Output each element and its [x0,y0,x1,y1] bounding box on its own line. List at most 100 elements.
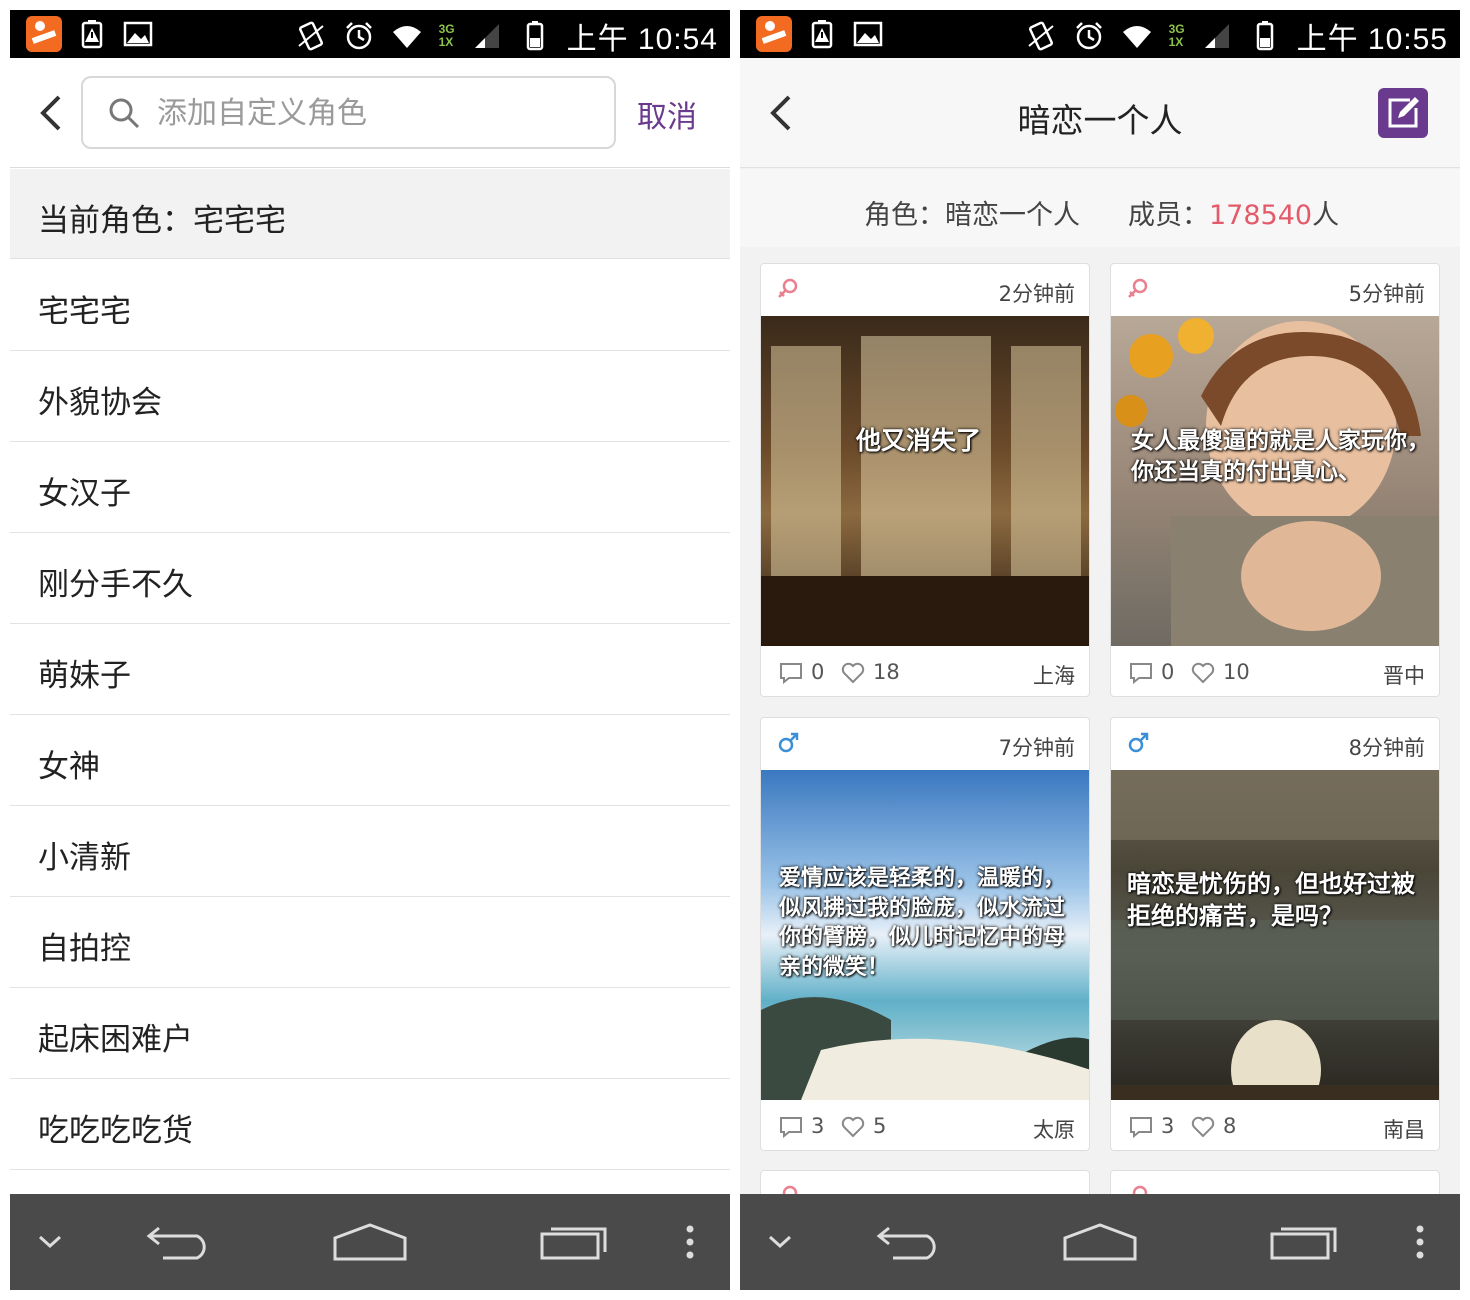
role-item[interactable]: 萌妹子 [10,624,730,715]
role-item[interactable]: 宅宅宅 [10,260,730,351]
current-role-row: 当前角色：宅宅宅 [10,169,730,259]
edit-icon [1388,97,1419,128]
like-count: 8 [1223,1114,1237,1138]
home-icon [1063,1223,1137,1261]
vibrate-icon [297,21,324,51]
role-item[interactable]: 小清新 [10,806,730,897]
post-image: 女人最傻逼的就是人家玩你，你还当真的付出真心、 [1111,316,1439,646]
back-icon [876,1226,936,1260]
nav-back-button[interactable] [860,1194,960,1290]
battery-icon [1256,21,1273,51]
wifi-icon [1122,26,1151,48]
wifi-icon [392,26,421,48]
role-item[interactable]: 起床困难户 [10,988,730,1079]
post-city: 上海 [1033,664,1075,688]
back-arrow-icon[interactable] [32,93,72,133]
nav-menu-button[interactable] [1405,1194,1435,1290]
clock: 上午 10:54 [566,23,718,56]
cancel-button[interactable]: 取消 [637,92,697,136]
navigation-bar [740,1194,1460,1290]
comment-icon[interactable] [779,662,803,684]
role-label: 角色：暗恋一个人 [864,200,1080,231]
alarm-icon [1075,22,1102,50]
post-city: 太原 [1033,1118,1075,1142]
status-bar: 3G 1X 上午 10:55 [740,10,1460,58]
post-text: 他又消失了 [856,426,982,455]
nav-home-button[interactable] [1050,1194,1150,1290]
role-item[interactable]: 自拍控 [10,897,730,988]
page-title: 暗恋一个人 [1017,101,1183,140]
title-header: 暗恋一个人 [740,58,1460,168]
like-count: 18 [873,660,900,684]
overflow-menu-icon [1416,1225,1424,1259]
recents-icon [540,1227,607,1260]
heart-icon[interactable] [1191,662,1215,684]
app-notification-icon [756,16,792,52]
clock: 上午 10:55 [1296,23,1448,56]
back-icon [146,1226,206,1260]
signal-icon [1204,24,1229,48]
post-city: 南昌 [1383,1118,1425,1142]
image-icon [853,21,883,47]
post-time: 7分钟前 [998,736,1075,760]
home-icon [333,1223,407,1261]
role-list: 宅宅宅 外貌协会 女汉子 刚分手不久 萌妹子 女神 小清新 自拍控 起床困难户 … [10,260,730,1170]
role-feed-screen: 3G 1X 上午 10:55 暗恋一个人 角色：暗恋一个人 成员：178540人 … [740,10,1460,1290]
role-item[interactable]: 女汉子 [10,442,730,533]
search-box[interactable] [81,76,616,149]
battery-warning-icon [811,20,833,49]
nav-home-button[interactable] [320,1194,420,1290]
window-photo [761,336,1089,646]
recents-icon [1270,1227,1337,1260]
alarm-icon [345,22,372,50]
role-info-bar: 角色：暗恋一个人 成员：178540人 [740,169,1460,247]
role-item[interactable]: 吃吃吃吃货 [10,1079,730,1170]
current-role-label: 当前角色：宅宅宅 [38,203,286,239]
male-icon [778,732,799,753]
chevron-down-icon [38,1235,62,1249]
post-city: 晋中 [1383,664,1425,688]
network-type: 3G 1X [1168,22,1185,49]
battery-icon [526,21,543,51]
post-time: 2分钟前 [998,282,1075,306]
heart-icon[interactable] [1191,1116,1215,1138]
post-image: 他又消失了 [761,316,1089,646]
heart-icon[interactable] [841,1116,865,1138]
search-header: 取消 [10,58,730,168]
overflow-menu-icon [686,1225,694,1259]
member-count: 178540 [1209,200,1313,231]
role-item[interactable]: 女神 [10,715,730,806]
role-item[interactable]: 外貌协会 [10,351,730,442]
post-card[interactable]: 2分钟前 他又消失了 0 18 上海 [760,263,1090,697]
nav-recents-button[interactable] [1255,1194,1355,1290]
comment-icon[interactable] [1129,662,1153,684]
signal-icon [474,24,499,48]
heart-icon[interactable] [841,662,865,684]
role-picker-screen: 3G1X 上午 10:54 取消 当前角色：宅宅宅 宅宅宅 外貌协会 女汉子 刚… [10,10,730,1290]
comment-count: 3 [1161,1114,1175,1138]
nav-back-button[interactable] [130,1194,230,1290]
custom-role-input[interactable] [157,88,597,138]
comment-icon[interactable] [1129,1116,1153,1138]
post-card[interactable]: 7分钟前 爱情应该是轻柔的，温暖的，似风拂过我的脸庞，似水流过你的臂膀，似儿时记… [760,717,1090,1151]
post-text: 暗恋是忧伤的，但也好过被拒绝的痛苦，是吗？ [1127,870,1415,931]
female-icon [1128,278,1148,298]
nav-recents-button[interactable] [525,1194,625,1290]
hide-nav-button[interactable] [760,1194,800,1290]
post-card[interactable]: 5分钟前 女人最傻逼的就是人家玩你，你还当真的付出真心、 0 10 晋中 [1110,263,1440,697]
lake-photo [1111,770,1439,1100]
app-notification-icon [26,16,62,52]
comment-count: 0 [811,660,825,684]
nav-menu-button[interactable] [675,1194,705,1290]
post-card[interactable]: 8分钟前 暗恋是忧伤的，但也好过被拒绝的痛苦，是吗？ 3 8 南昌 [1110,717,1440,1151]
like-count: 5 [873,1114,887,1138]
comment-icon[interactable] [779,1116,803,1138]
like-count: 10 [1223,660,1250,684]
hide-nav-button[interactable] [30,1194,70,1290]
image-icon [123,21,153,47]
post-time: 5分钟前 [1348,282,1425,306]
role-item[interactable]: 刚分手不久 [10,533,730,624]
chevron-down-icon [768,1235,792,1249]
post-time: 8分钟前 [1348,736,1425,760]
compose-button[interactable] [1378,88,1428,138]
